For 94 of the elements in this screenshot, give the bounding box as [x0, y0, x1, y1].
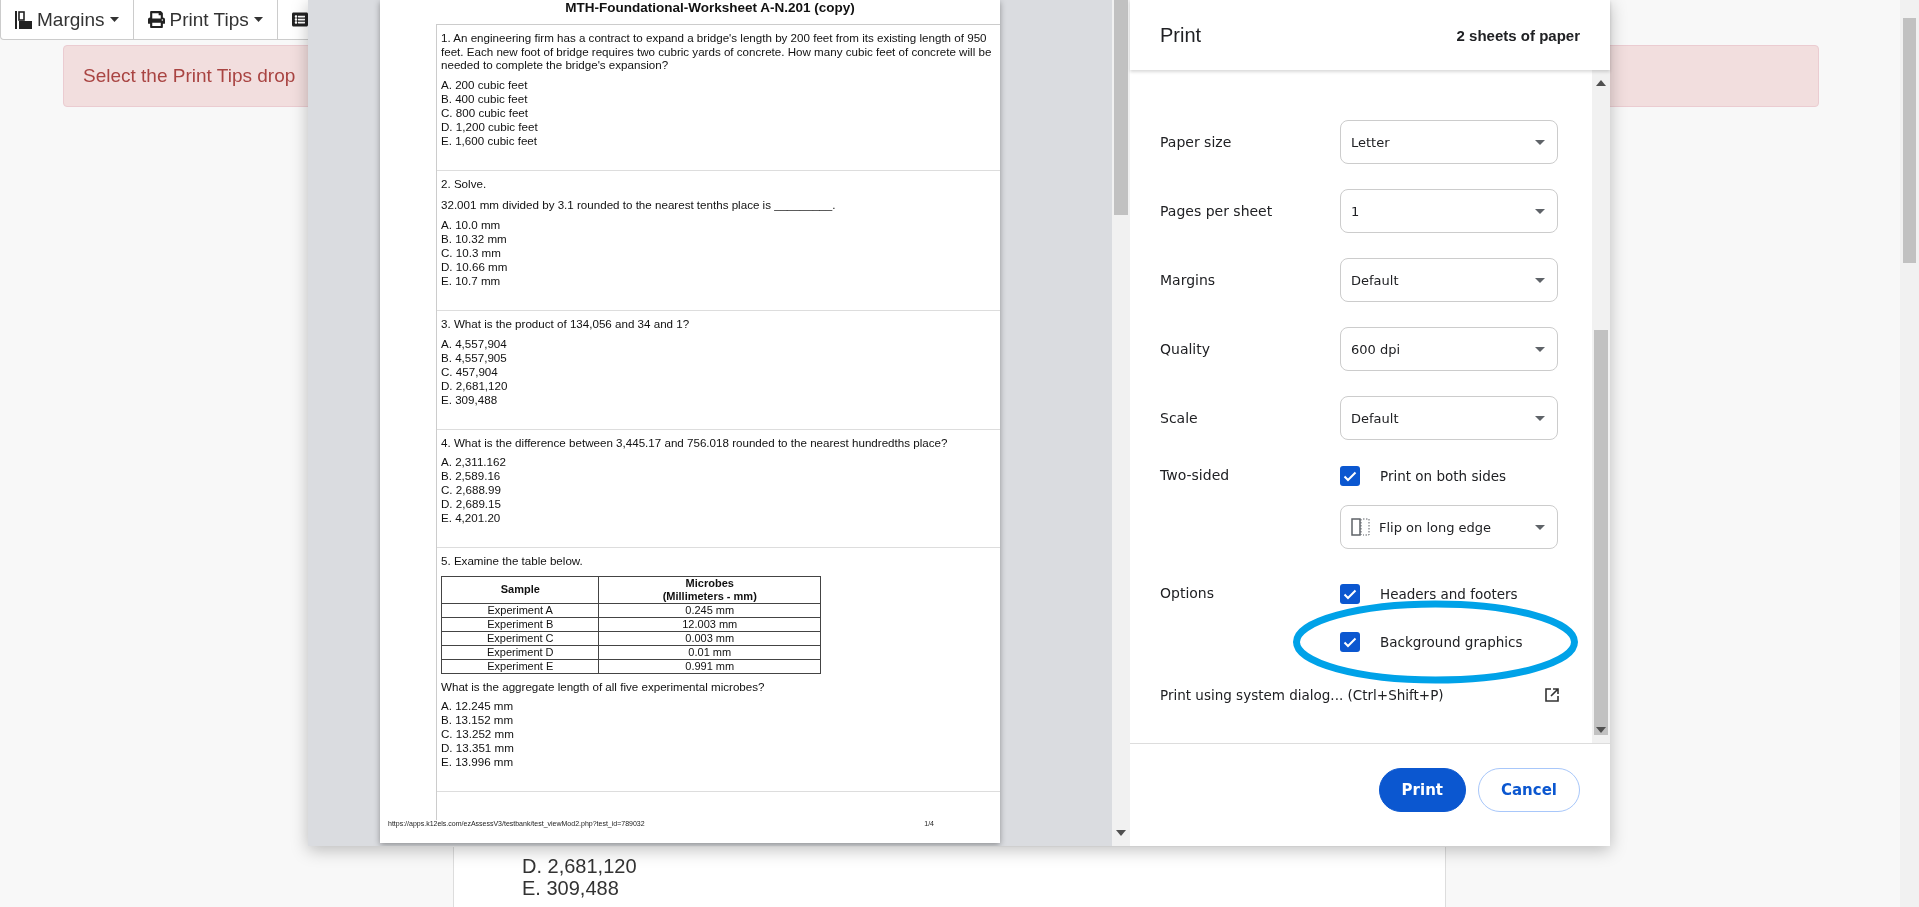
scroll-up-icon[interactable] [1596, 80, 1606, 86]
caret-icon [1535, 208, 1545, 214]
setting-label: Quality [1160, 341, 1212, 357]
sheet-count: 2 sheets of paper [1456, 26, 1580, 44]
answer-text: E. 309,488 [522, 877, 620, 899]
answer-option: A. 10.0 mm [441, 217, 996, 232]
flip-edge-icon [1351, 518, 1371, 536]
dialog-title: Print [1160, 23, 1202, 47]
caret-icon [1535, 415, 1545, 421]
answer-option: E. 10.7 mm [441, 273, 996, 288]
table-cell: Experiment B [441, 617, 599, 632]
dropdown[interactable]: Default [1340, 258, 1558, 302]
setting-label: Scale [1160, 410, 1199, 426]
scroll-down-icon[interactable] [1116, 830, 1126, 836]
answer-option: C. 2,688.99 [441, 483, 996, 498]
dropdown[interactable]: Letter [1340, 120, 1558, 164]
table-cell: 0.245 mm [599, 603, 821, 618]
answer-option: E. 4,201.20 [441, 511, 996, 526]
table-header: Microbes (Millimeters - mm) [599, 576, 821, 604]
question-text: 3. What is the product of 134,056 and 34 and 1? [441, 316, 691, 331]
answer-option: D. 2,681,120 [441, 378, 996, 393]
checkbox-label: Background graphics [1380, 634, 1523, 650]
toolbar-button[interactable]: Print Tips [133, 0, 278, 40]
answer-option: C. 800 cubic feet [441, 105, 996, 120]
table-cell: Experiment E [441, 659, 599, 674]
setting-label: Paper size [1160, 134, 1233, 150]
setting-label: Options [1160, 584, 1216, 601]
caret-icon [1535, 277, 1545, 283]
question-text: 4. What is the difference between 3,445.17 and 756.018 rounded to the nearest hundredths place? [441, 435, 949, 450]
checkbox-label: Print on both sides [1380, 468, 1507, 484]
margins-icon [15, 10, 32, 29]
setting-label: Pages per sheet [1160, 203, 1274, 219]
answer-option: B. 4,557,905 [441, 350, 996, 365]
question-text: What is the aggregate length of all five experimental microbes? [441, 679, 766, 694]
dropdown[interactable]: 600 dpi [1340, 327, 1558, 371]
answer-option: C. 10.3 mm [441, 245, 996, 260]
checkbox[interactable] [1340, 584, 1360, 604]
table-cell: 0.991 mm [599, 659, 821, 674]
answer-option: B. 400 cubic feet [441, 91, 996, 106]
table-cell: 12.003 mm [599, 617, 821, 632]
cancel-button[interactable]: Cancel [1478, 768, 1580, 812]
dropdown[interactable]: Flip on long edge [1340, 505, 1558, 549]
printer-icon [147, 11, 165, 28]
answer-option: A. 2,311.162 [441, 455, 996, 470]
preview-scrollbar[interactable] [1112, 0, 1130, 846]
caret-icon [109, 17, 119, 22]
page-scrollbar[interactable] [1900, 0, 1919, 907]
table-header: Sample [441, 576, 599, 604]
scrollbar-thumb[interactable] [1114, 0, 1128, 215]
answer-option: C. 457,904 [441, 364, 996, 379]
answer-option: B. 2,589.16 [441, 469, 996, 484]
answer-option: D. 1,200 cubic feet [441, 119, 996, 134]
answer-option: D. 10.66 mm [441, 259, 996, 274]
toolbar-button[interactable]: Margins [0, 0, 134, 40]
list-icon [291, 11, 308, 28]
caret-icon [1535, 346, 1545, 352]
question-text: 5. Examine the table below. [441, 554, 584, 568]
table-cell: 0.01 mm [599, 645, 821, 660]
checkbox-label: Headers and footers [1380, 586, 1518, 602]
dropdown[interactable]: Default [1340, 396, 1558, 440]
scroll-down-icon[interactable] [1596, 727, 1606, 733]
answer-option: E. 1,600 cubic feet [441, 133, 996, 148]
caret-icon [253, 17, 263, 22]
caret-icon [1535, 139, 1545, 145]
dropdown[interactable]: 1 [1340, 189, 1558, 233]
scrollbar-thumb[interactable] [1594, 330, 1608, 735]
answer-option: D. 13.351 mm [441, 741, 996, 756]
checkbox[interactable] [1340, 632, 1360, 652]
table-cell: Experiment C [441, 631, 599, 646]
setting-label: Two-sided [1160, 466, 1231, 483]
answer-option: D. 2,689.15 [441, 497, 996, 512]
answer-option: A. 12.245 mm [441, 699, 996, 714]
checkbox[interactable] [1340, 466, 1360, 486]
answer-option: A. 200 cubic feet [441, 77, 996, 92]
table-cell: 0.003 mm [599, 631, 821, 646]
setting-label: Margins [1160, 272, 1217, 288]
answer-option: C. 13.252 mm [441, 727, 996, 742]
answer-option: E. 309,488 [441, 392, 996, 407]
table-cell: Experiment A [441, 603, 599, 618]
question-text: 2. Solve. [441, 176, 488, 191]
print-button[interactable]: Print [1378, 768, 1466, 812]
external-link-icon[interactable] [1544, 687, 1560, 703]
toolbar-button[interactable] [277, 0, 308, 40]
answer-option: B. 10.32 mm [441, 231, 996, 246]
caret-icon [1535, 524, 1545, 530]
question-text: 32.001 mm divided by 3.1 rounded to the nearest tenths place is _________. [441, 198, 837, 212]
table-cell: Experiment D [441, 645, 599, 660]
answer-text: D. 2,681,120 [522, 855, 638, 877]
answer-option: E. 13.996 mm [441, 755, 996, 770]
answer-option: A. 4,557,904 [441, 336, 996, 351]
document-title: MTH-Foundational-Worksheet A-N.201 (copy) [564, 0, 856, 16]
settings-scrollbar[interactable] [1592, 70, 1610, 743]
system-dialog-link[interactable]: Print using system dialog... (Ctrl+Shift+P) [1160, 687, 1444, 703]
answer-option: B. 13.152 mm [441, 713, 996, 728]
